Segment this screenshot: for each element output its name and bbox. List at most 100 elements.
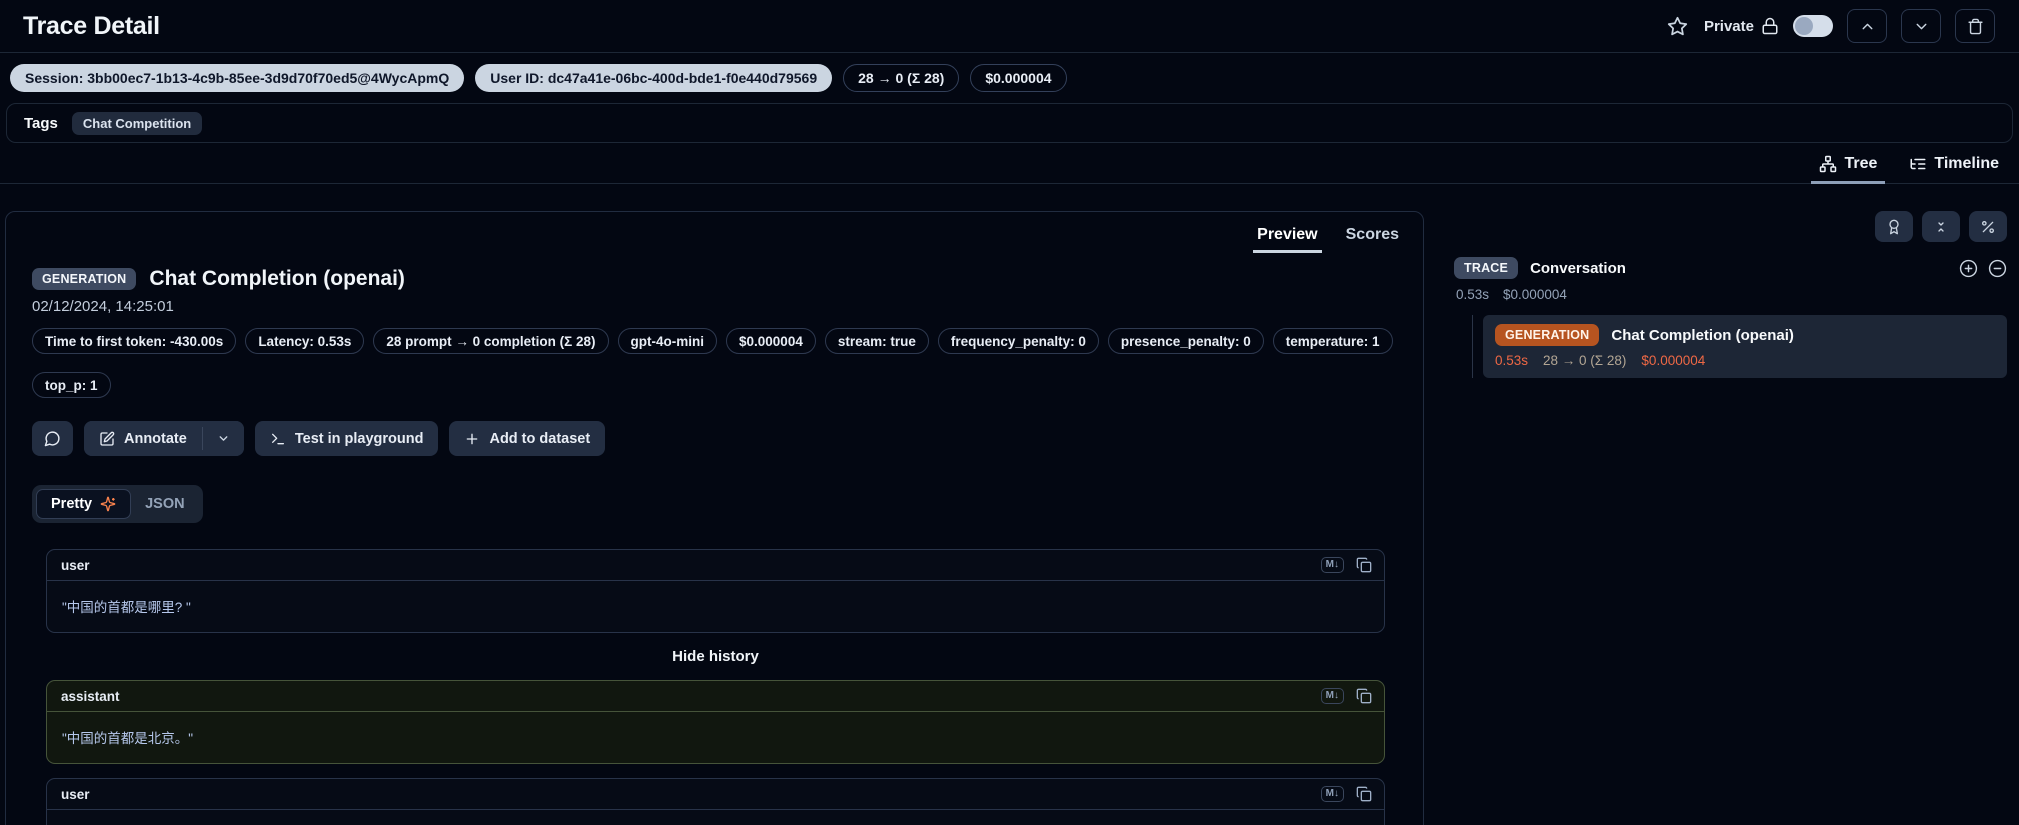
observation-content: GENERATION Chat Completion (openai) 02/1…: [6, 253, 1423, 825]
privacy-toggle[interactable]: [1793, 15, 1833, 37]
cost-badge: $0.000004: [970, 64, 1066, 92]
trash-icon: [1967, 18, 1984, 35]
tree-toolbar: [1454, 211, 2007, 242]
add-to-dataset-button[interactable]: Add to dataset: [449, 421, 605, 456]
playground-label: Test in playground: [295, 431, 424, 447]
collapse-all-button[interactable]: [1922, 211, 1960, 242]
fold-vertical-icon: [1933, 219, 1949, 235]
markdown-icon[interactable]: M↓: [1321, 557, 1344, 573]
annotate-split-button: Annotate: [84, 421, 244, 456]
view-tabs: Tree Timeline: [0, 143, 2019, 184]
metric-badge: top_p: 1: [32, 372, 111, 398]
message-content: "谢谢": [47, 810, 1384, 825]
delete-trace-button[interactable]: [1955, 9, 1995, 43]
metric-badge: Time to first token: -430.00s: [32, 328, 236, 354]
observation-title: Chat Completion (openai): [149, 267, 405, 291]
app-header: Trace Detail Private: [0, 0, 2019, 53]
header-actions: Private: [1665, 9, 1995, 43]
test-in-playground-button[interactable]: Test in playground: [255, 421, 439, 456]
metric-badges: Time to first token: -430.00s Latency: 0…: [32, 328, 1397, 398]
message-header: user M↓: [47, 550, 1384, 581]
trace-type-badge: TRACE: [1454, 257, 1518, 279]
trace-metrics: 0.53s $0.000004: [1454, 287, 2007, 302]
metric-badge: presence_penalty: 0: [1108, 328, 1264, 354]
privacy-label: Private: [1704, 18, 1754, 35]
format-tabs: Pretty JSON: [32, 485, 203, 523]
tree-node-header: GENERATION Chat Completion (openai): [1495, 324, 1995, 346]
tree-children: GENERATION Chat Completion (openai) 0.53…: [1472, 315, 2007, 378]
trace-tree-panel: TRACE Conversation 0.53s $0.000004 GENER…: [1454, 211, 2007, 378]
spacer: [46, 764, 1385, 778]
plus-circle-icon[interactable]: [1959, 259, 1978, 278]
terminal-icon: [270, 431, 286, 447]
annotate-icon: [99, 431, 115, 447]
tab-pretty[interactable]: Pretty: [36, 489, 131, 519]
minus-circle-icon[interactable]: [1988, 259, 2007, 278]
markdown-icon[interactable]: M↓: [1321, 786, 1344, 802]
annotate-label: Annotate: [124, 431, 187, 447]
message-user-1: user M↓ "中国的首都是哪里? ": [46, 549, 1385, 633]
scores-toggle-button[interactable]: [1875, 211, 1913, 242]
main-content: Preview Scores GENERATION Chat Completio…: [0, 184, 2019, 825]
meta-badges-row: Session: 3bb00ec7-1b13-4c9b-85ee-3d9d70f…: [0, 53, 2019, 101]
tab-tree[interactable]: Tree: [1817, 151, 1879, 183]
generation-type-badge: GENERATION: [32, 268, 136, 290]
metrics-toggle-button[interactable]: [1969, 211, 2007, 242]
plus-icon: [464, 431, 480, 447]
tree-icon: [1819, 155, 1837, 173]
hide-history-button[interactable]: Hide history: [46, 648, 1385, 665]
bookmark-button[interactable]: [1665, 14, 1690, 39]
user-id-badge[interactable]: User ID: dc47a41e-06bc-400d-bde1-f0e440d…: [475, 64, 832, 92]
page-title: Trace Detail: [23, 12, 160, 41]
add-to-dataset-label: Add to dataset: [489, 431, 590, 447]
observation-actions: Annotate Test in playground: [32, 421, 1397, 456]
annotate-dropdown-button[interactable]: [203, 421, 244, 456]
message-content: "中国的首都是哪里? ": [47, 581, 1384, 632]
message-header-icons: M↓: [1321, 688, 1372, 704]
tree-node-generation[interactable]: GENERATION Chat Completion (openai) 0.53…: [1483, 315, 2007, 378]
trace-latency: 0.53s: [1456, 287, 1489, 302]
message-header-icons: M↓: [1321, 786, 1372, 802]
lock-icon: [1761, 17, 1779, 35]
copy-icon[interactable]: [1356, 786, 1372, 802]
copy-icon[interactable]: [1356, 688, 1372, 704]
tag-chat-competition[interactable]: Chat Competition: [72, 112, 202, 135]
metric-badge: Latency: 0.53s: [245, 328, 364, 354]
message-role: user: [61, 787, 90, 802]
star-icon: [1667, 16, 1688, 37]
token-usage-badge: 28 → 0 (Σ 28): [843, 64, 959, 92]
tab-timeline-label: Timeline: [1934, 155, 1999, 173]
trace-root-row[interactable]: TRACE Conversation: [1454, 257, 2007, 279]
tree-node-title: Chat Completion (openai): [1611, 327, 1794, 344]
sparkles-icon: [100, 496, 116, 512]
annotate-button[interactable]: Annotate: [84, 421, 202, 456]
message-role: assistant: [61, 689, 120, 704]
node-cost: $0.000004: [1641, 353, 1705, 368]
prev-trace-button[interactable]: [1847, 9, 1887, 43]
panel-tabs: Preview Scores: [6, 224, 1423, 253]
chevron-down-icon: [217, 432, 230, 445]
tab-timeline[interactable]: Timeline: [1907, 151, 2001, 183]
metric-badge: stream: true: [825, 328, 929, 354]
node-tokens: 28 → 0 (Σ 28): [1543, 353, 1626, 368]
message-header: assistant M↓: [47, 681, 1384, 712]
next-trace-button[interactable]: [1901, 9, 1941, 43]
award-icon: [1886, 219, 1902, 235]
markdown-icon[interactable]: M↓: [1321, 688, 1344, 704]
comment-icon: [44, 430, 61, 447]
tab-scores[interactable]: Scores: [1346, 226, 1399, 253]
metric-badge: gpt-4o-mini: [618, 328, 718, 354]
message-content: "中国的首都是北京。": [47, 712, 1384, 763]
copy-icon[interactable]: [1356, 557, 1372, 573]
chevron-up-icon: [1859, 18, 1876, 35]
comment-button[interactable]: [32, 421, 73, 456]
tab-json[interactable]: JSON: [131, 490, 199, 518]
tab-pretty-label: Pretty: [51, 496, 92, 512]
tree-node-metrics: 0.53s 28 → 0 (Σ 28) $0.000004: [1495, 353, 1995, 368]
messages-list: user M↓ "中国的首都是哪里? " Hide history: [46, 549, 1385, 825]
tab-tree-label: Tree: [1844, 155, 1877, 173]
tab-preview[interactable]: Preview: [1257, 226, 1317, 253]
observation-header: GENERATION Chat Completion (openai): [32, 267, 1397, 291]
message-header-icons: M↓: [1321, 557, 1372, 573]
session-badge[interactable]: Session: 3bb00ec7-1b13-4c9b-85ee-3d9d70f…: [10, 64, 464, 92]
